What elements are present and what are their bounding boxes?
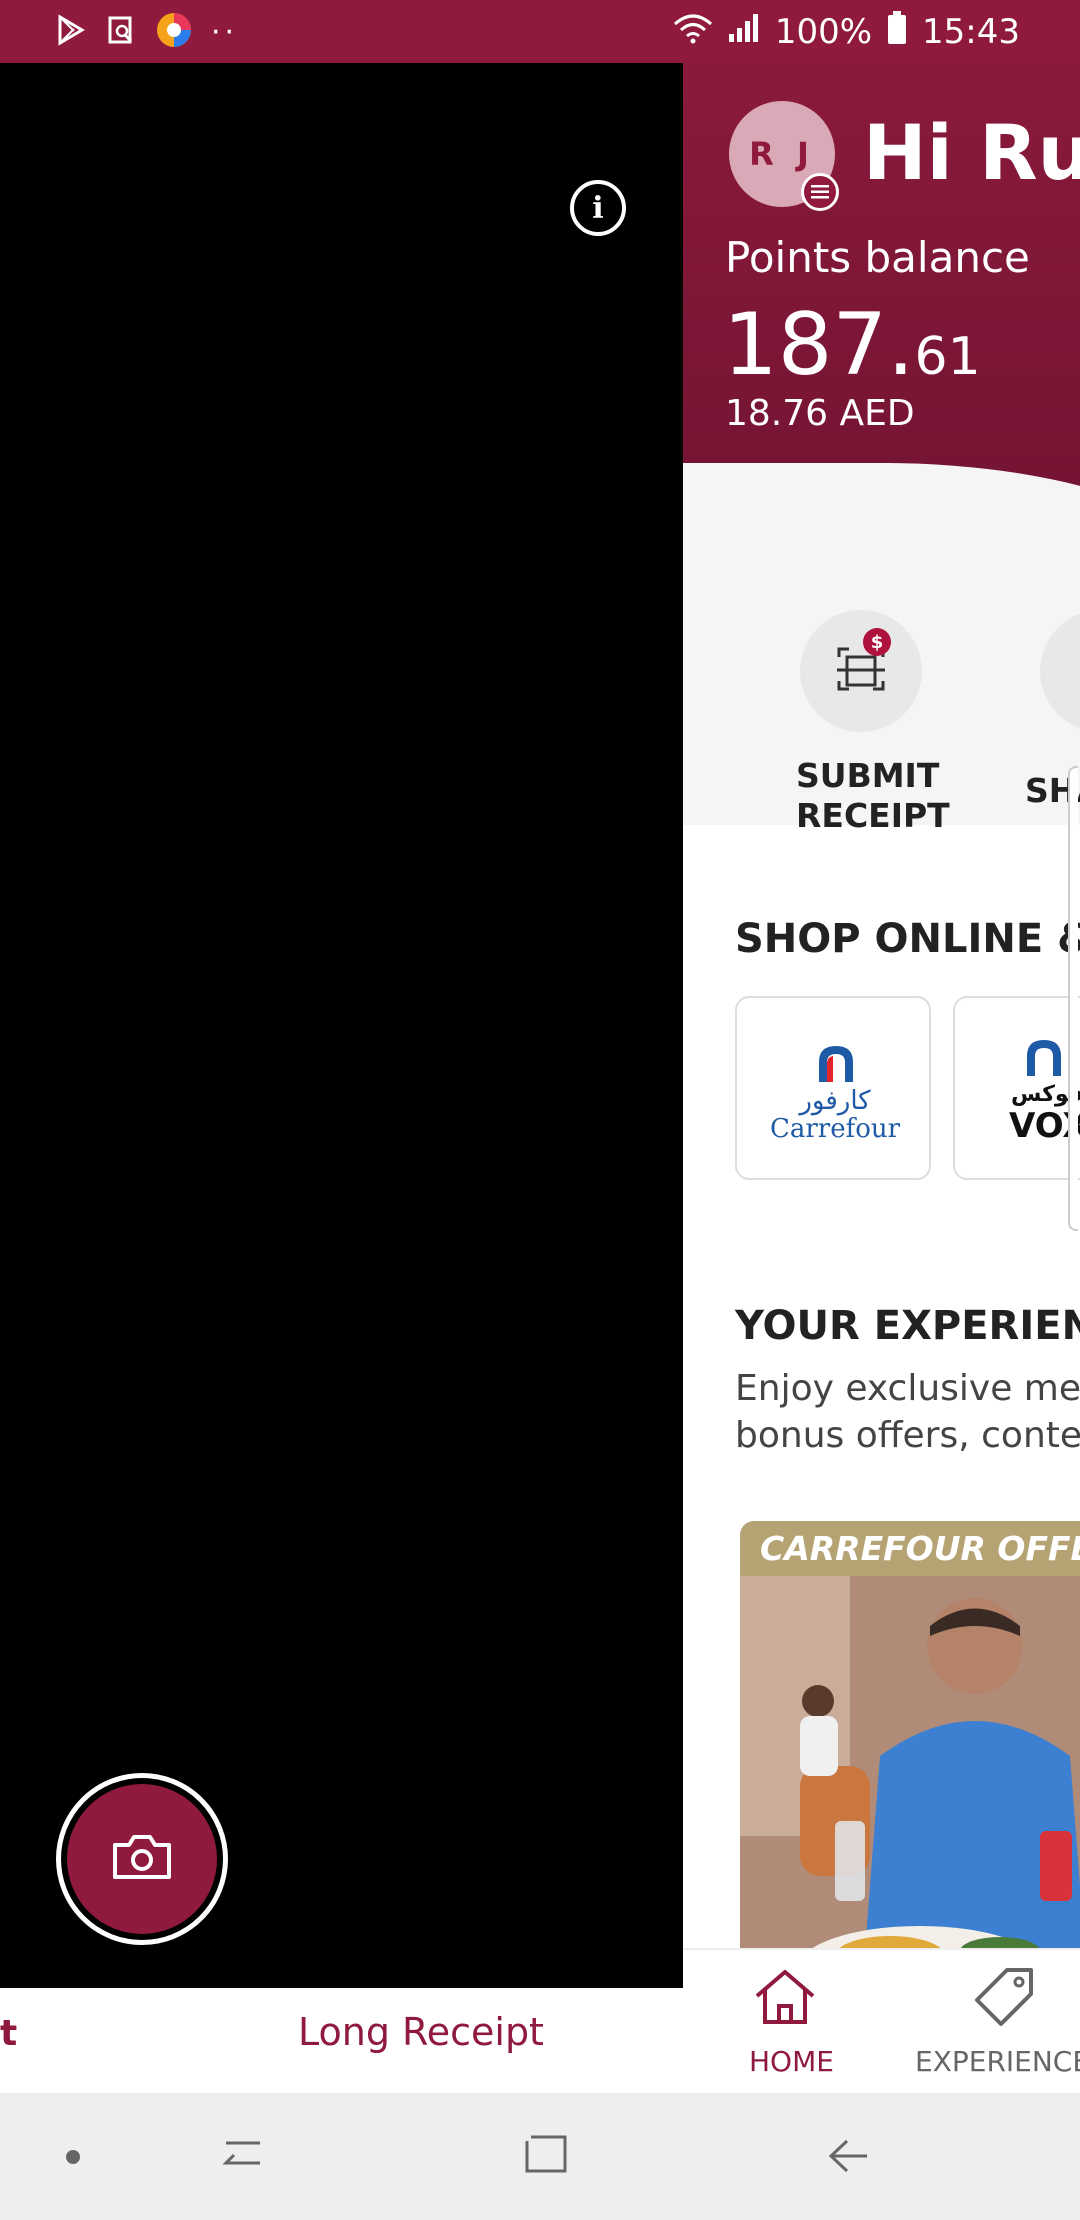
- more-dots-icon: ··: [211, 14, 239, 50]
- system-status: 100% 15:43: [673, 8, 1020, 56]
- carrefour-name: Carrefour: [769, 1114, 901, 1144]
- side-drawer-handle[interactable]: [1068, 766, 1078, 1231]
- offer-card-label: CARREFOUR OFFERS: [760, 1529, 1080, 1568]
- points-balance: 187.61: [723, 295, 981, 395]
- points-integer: 187.: [723, 295, 915, 395]
- carrefour-logo-icon: [813, 1042, 859, 1088]
- wifi-icon: [673, 12, 713, 53]
- nav-experience[interactable]: EXPERIENCE: [915, 2045, 1080, 2078]
- notification-icons: ··: [55, 12, 238, 52]
- tab-long-receipt[interactable]: Long Receipt: [298, 2010, 544, 2054]
- recent-apps-icon[interactable]: [220, 2133, 266, 2183]
- camera-icon: [111, 1833, 173, 1885]
- points-header: R J Hi Rus Points balance 187.61 18.76 A…: [683, 63, 1080, 603]
- offer-image: [740, 1576, 1080, 2011]
- battery-icon: [886, 10, 908, 54]
- carrefour-arabic-name: كارفور: [799, 1086, 871, 1116]
- dollar-badge: $: [863, 628, 891, 656]
- home-button-icon[interactable]: [523, 2133, 569, 2183]
- carrefour-offers-card[interactable]: CARREFOUR OFFERS: [740, 1521, 1080, 2011]
- info-icon[interactable]: i: [570, 180, 626, 236]
- partner-vox[interactable]: ڤوكس VOX: [953, 996, 1080, 1180]
- screenshot-icon: [105, 14, 137, 50]
- capture-button[interactable]: [56, 1773, 228, 1945]
- menu-icon[interactable]: [801, 173, 839, 211]
- tab-single-receipt[interactable]: t: [0, 2013, 17, 2054]
- nav-home[interactable]: HOME: [749, 2045, 834, 2078]
- points-aed-value: 18.76 AED: [725, 393, 915, 434]
- experiences-description: Enjoy exclusive mer bonus offers, contes: [735, 1368, 1080, 1456]
- points-decimal: 61: [914, 327, 981, 387]
- play-store-icon: [55, 14, 87, 50]
- browser-icon: [155, 11, 193, 53]
- receipt-mode-tabs: t Long Receipt: [0, 1988, 683, 2093]
- bottom-navigation: HOME EXPERIENCE: [683, 1948, 1080, 2093]
- experiences-title: YOUR EXPERIENC: [735, 1303, 1080, 1349]
- dot-indicator-icon: [66, 2150, 80, 2164]
- partner-carrefour[interactable]: كارفور Carrefour: [735, 996, 931, 1180]
- back-icon[interactable]: [825, 2133, 871, 2183]
- quick-actions: $ SUBMITRECEIPT SHA: [683, 503, 1080, 835]
- home-screen-panel: R J Hi Rus Points balance 187.61 18.76 A…: [683, 63, 1080, 2093]
- clock: 15:43: [922, 12, 1020, 52]
- tag-icon[interactable]: [973, 1966, 1035, 2032]
- signal-icon: [727, 12, 761, 53]
- camera-viewfinder[interactable]: i: [0, 63, 683, 1988]
- greeting: Hi Rus: [863, 108, 1080, 197]
- points-label: Points balance: [725, 233, 1030, 282]
- battery-percent: 100%: [774, 12, 873, 52]
- status-bar: ·· 100% 15:43: [0, 0, 1080, 63]
- submit-receipt-label: SUBMIT RECEIPT: [796, 756, 950, 835]
- avatar-initials: R J: [749, 135, 815, 173]
- vox-logo-icon: [1021, 1036, 1067, 1082]
- share-button[interactable]: [1040, 610, 1080, 732]
- system-navigation-bar: [0, 2093, 1080, 2220]
- home-icon[interactable]: [753, 1968, 817, 2030]
- submit-receipt-button[interactable]: $: [800, 610, 922, 732]
- shop-online-title: SHOP ONLINE & E: [735, 916, 1080, 962]
